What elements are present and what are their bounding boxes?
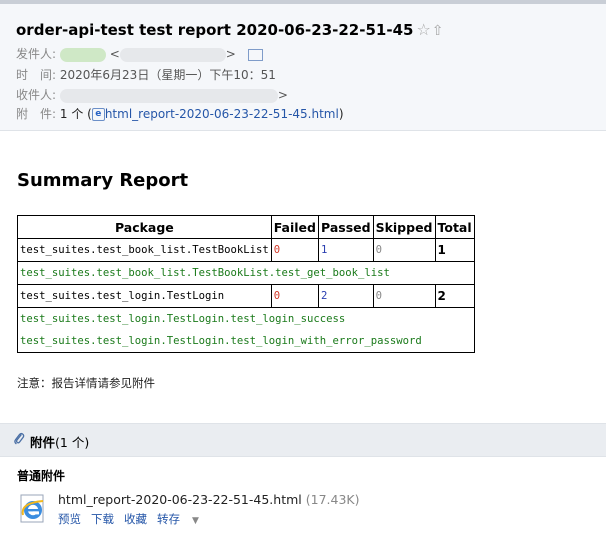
- col-passed: Passed: [318, 215, 374, 239]
- sender-name-blurred[interactable]: [59, 47, 106, 62]
- case-name: test_suites.test_login.TestLogin.test_lo…: [20, 335, 422, 347]
- chevron-down-icon: ▼: [192, 516, 199, 526]
- report-title: Summary Report: [17, 170, 189, 191]
- attachment-bar: 附件(1 个): [0, 423, 606, 457]
- case-cell: test_suites.test_login.TestLogin.test_lo…: [17, 307, 475, 353]
- mail-header: order-api-test test report 2020-06-23-22…: [0, 4, 606, 131]
- from-label: 发件人:: [16, 47, 57, 61]
- attachment-link[interactable]: html_report-2020-06-23-22-51-45.html: [105, 107, 339, 121]
- favorite-link[interactable]: 收藏: [124, 512, 147, 526]
- summary-table: Package Failed Passed Skipped Total test…: [17, 215, 475, 353]
- to-close-bracket: >: [277, 88, 288, 102]
- table-row: test_suites.test_book_list.TestBookList …: [17, 238, 475, 262]
- to-row: 收件人: >: [16, 86, 288, 103]
- attachment-count: 1 个 (: [59, 107, 92, 121]
- contact-card-icon[interactable]: [247, 48, 263, 61]
- failed-cell: 0: [270, 284, 320, 308]
- col-package: Package: [17, 215, 272, 239]
- attachment-bar-title: 附件: [30, 435, 56, 450]
- attachment-section-title: 普通附件: [17, 469, 66, 483]
- table-header-row: Package Failed Passed Skipped Total: [17, 215, 475, 239]
- from-row: 发件人: < >: [16, 45, 263, 62]
- table-row: test_suites.test_login.TestLogin 0 2 0 2: [17, 284, 475, 308]
- star-icon[interactable]: ☆: [416, 20, 430, 39]
- time-value: 2020年6月23日（星期一）下午10：51: [59, 68, 276, 82]
- download-link[interactable]: 下载: [91, 512, 114, 526]
- attachment-close: ): [338, 107, 344, 121]
- save-to-link[interactable]: 转存 ▼: [157, 512, 209, 526]
- attachment-label: 附 件:: [16, 107, 57, 121]
- time-row: 时 间: 2020年6月23日（星期一）下午10：51: [16, 66, 276, 83]
- attachment-file-name[interactable]: html_report-2020-06-23-22-51-45.html: [58, 492, 302, 507]
- report-note: 注意：报告详情请参见附件: [17, 376, 155, 390]
- mail-subject: order-api-test test report 2020-06-23-22…: [16, 20, 444, 39]
- case-name: test_suites.test_book_list.TestBookList.…: [20, 267, 390, 279]
- attachment-bar-label: 附件(1 个): [30, 432, 89, 451]
- from-close-bracket: >: [225, 47, 236, 61]
- failed-cell: 0: [270, 238, 320, 262]
- col-skipped: Skipped: [372, 215, 436, 239]
- subject-text: order-api-test test report 2020-06-23-22…: [16, 21, 414, 39]
- save-to-label: 转存: [157, 512, 180, 526]
- skipped-cell: 0: [372, 284, 436, 308]
- from-open-bracket: <: [109, 47, 120, 61]
- time-label: 时 间:: [16, 68, 57, 82]
- attachment-row: 附 件: 1 个 (e html_report-2020-06-23-22-51-…: [16, 105, 344, 122]
- attachment-file: html_report-2020-06-23-22-51-45.html (17.…: [58, 492, 360, 507]
- ie-file-icon[interactable]: [18, 494, 48, 524]
- col-total: Total: [434, 215, 475, 239]
- passed-cell: 2: [318, 284, 374, 308]
- sender-email-blurred: [119, 47, 226, 62]
- skipped-cell: 0: [372, 238, 436, 262]
- case-row: test_suites.test_login.TestLogin.test_lo…: [17, 307, 475, 353]
- col-failed: Failed: [270, 215, 320, 239]
- ie-file-icon: e: [91, 108, 105, 121]
- attachment-bar-count: (1 个): [55, 435, 90, 450]
- preview-link[interactable]: 预览: [58, 512, 81, 526]
- passed-cell: 1: [318, 238, 374, 262]
- to-label: 收件人:: [16, 88, 57, 102]
- total-cell: 1: [434, 238, 475, 262]
- share-icon[interactable]: ⇧: [432, 23, 444, 39]
- case-name: test_suites.test_login.TestLogin.test_lo…: [20, 313, 346, 325]
- attachment-file-size: (17.43K): [305, 492, 360, 507]
- case-row: test_suites.test_book_list.TestBookList.…: [17, 261, 475, 285]
- total-cell: 2: [434, 284, 475, 308]
- recipient-blurred[interactable]: [59, 88, 278, 103]
- case-cell: test_suites.test_book_list.TestBookList.…: [17, 261, 475, 285]
- package-cell: test_suites.test_login.TestLogin: [17, 284, 272, 308]
- attachment-actions: 预览 下载 收藏 转存 ▼: [58, 511, 219, 527]
- paperclip-icon: [14, 432, 25, 445]
- package-cell: test_suites.test_book_list.TestBookList: [17, 238, 272, 262]
